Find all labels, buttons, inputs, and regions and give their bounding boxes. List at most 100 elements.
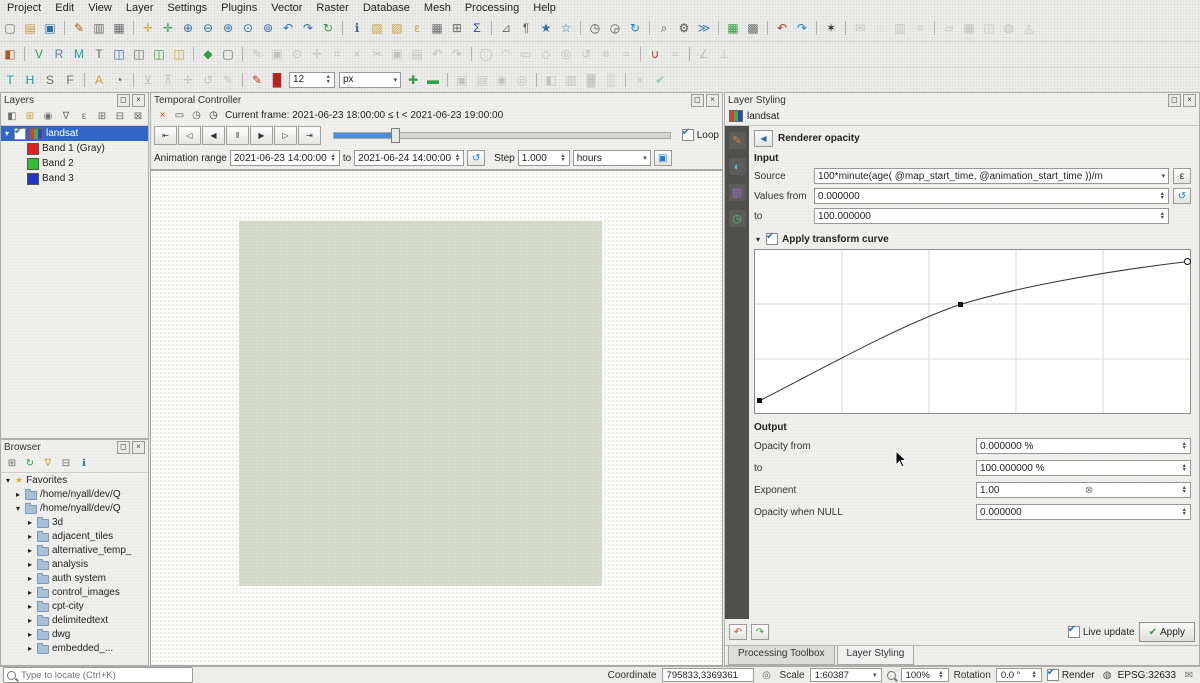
browser-item[interactable]: ▸ alternative_temp_	[1, 543, 148, 557]
temporal-navigation-off-icon[interactable]: ×	[155, 108, 170, 123]
temporal-panel-float-button[interactable]: ◻	[691, 94, 704, 107]
copy-style-icon[interactable]: ▣	[453, 71, 471, 89]
browser-item[interactable]: ▾ /home/nyall/dev/Q	[1, 501, 148, 515]
add-wms-layer-icon[interactable]: ◫	[150, 45, 168, 63]
spin-arrows-icon[interactable]: ▲▼	[1179, 508, 1187, 517]
refresh-values-button[interactable]: ↺	[1173, 188, 1191, 204]
layer-diagram-icon[interactable]: ◔	[110, 71, 128, 89]
band-item[interactable]: Band 3	[1, 171, 148, 186]
curve-node-mid[interactable]	[958, 302, 963, 307]
browser-item[interactable]: ▸ adjacent_tiles	[1, 529, 148, 543]
step-unit-combo[interactable]: hours ▾	[573, 150, 651, 166]
locator-bar[interactable]	[3, 667, 193, 683]
spin-arrows-icon[interactable]: ▲▼	[935, 671, 943, 680]
snapping-icon[interactable]: ∪	[646, 45, 664, 63]
play-backward-button[interactable]: ◀	[202, 126, 225, 145]
redo-edit-icon[interactable]: ↷	[448, 45, 466, 63]
layers-panel-float-button[interactable]: ◻	[117, 94, 130, 107]
html-annotation-icon[interactable]: H	[21, 71, 39, 89]
full-histogram-icon[interactable]: ▒	[602, 71, 620, 89]
confirm-edits-icon[interactable]: ✔	[651, 71, 669, 89]
crs-indicator[interactable]: ◍ EPSG:32633	[1100, 668, 1176, 683]
current-frame-clock-icon[interactable]: ◷	[206, 108, 221, 123]
paste-style-icon[interactable]: ▤	[473, 71, 491, 89]
spin-arrows-icon[interactable]: ▲▼	[1157, 212, 1165, 221]
expression-builder-button[interactable]: ε	[1173, 168, 1191, 184]
browser-item[interactable]: ▸ analysis	[1, 557, 148, 571]
add-mesh-layer-icon[interactable]: M	[70, 45, 88, 63]
apply-transform-curve-checkbox[interactable]	[766, 233, 778, 245]
menu-plugins[interactable]: Plugins	[214, 2, 264, 14]
opacity-to-spinbox[interactable]: 100.000000 % ▲▼	[976, 460, 1191, 476]
range-end-datetime[interactable]: 2021-06-24 14:00:00 ▲▼	[354, 150, 464, 166]
layer-visibility-icon[interactable]: ◎	[513, 71, 531, 89]
copy-features-icon[interactable]: ▣	[388, 45, 406, 63]
form-annotation-icon[interactable]: F	[61, 71, 79, 89]
expander-icon[interactable]: ▸	[26, 644, 34, 653]
cancel-edits-icon[interactable]: ×	[631, 71, 649, 89]
vertex-tool-icon[interactable]: ⌗	[328, 45, 346, 63]
tracing-icon[interactable]: ≈	[666, 45, 684, 63]
loop-checkbox[interactable]	[682, 129, 694, 141]
digitize-arc-icon[interactable]: ◠	[497, 45, 515, 63]
browser-item[interactable]: ▸ delimitedtext	[1, 613, 148, 627]
menu-help[interactable]: Help	[526, 2, 563, 14]
histogram-tab-icon[interactable]: ▥	[729, 184, 746, 201]
browser-panel-float-button[interactable]: ◻	[117, 441, 130, 454]
pan-map-icon[interactable]: ✛	[139, 19, 157, 37]
vector-tools-icon[interactable]: ▱	[940, 19, 958, 37]
temporal-controller-icon[interactable]: ◶	[606, 19, 624, 37]
add-group-icon[interactable]: ⊞	[22, 108, 38, 124]
expander-icon[interactable]: ▸	[26, 532, 34, 541]
opacity-from-spinbox[interactable]: 0.000000 % ▲▼	[976, 438, 1191, 454]
raster-stretch-icon[interactable]: ◧	[542, 71, 560, 89]
curve-node-start[interactable]	[757, 398, 762, 403]
magnifier-spinbox[interactable]: 100% ▲▼	[901, 668, 949, 682]
transform-expander-icon[interactable]: ▾	[754, 235, 762, 244]
expander-icon[interactable]: ▾	[14, 504, 22, 513]
filter-legend-icon[interactable]: ∇	[58, 108, 74, 124]
paste-features-icon[interactable]: ▤	[408, 45, 426, 63]
menu-project[interactable]: Project	[0, 2, 48, 14]
decoration-icon[interactable]: ✚	[404, 71, 422, 89]
curve-node-end[interactable]	[1184, 258, 1191, 265]
show-bookmarks-icon[interactable]: ☆	[557, 19, 575, 37]
spin-arrows-icon[interactable]: ▲▼	[323, 75, 331, 84]
text-annotation-icon[interactable]: T	[1, 71, 19, 89]
delete-selected-icon[interactable]: ×	[348, 45, 366, 63]
new-layout-icon[interactable]: ▥	[90, 19, 108, 37]
spin-arrows-icon[interactable]: ▲▼	[1179, 442, 1187, 451]
spin-arrows-icon[interactable]: ▲▼	[1157, 192, 1165, 201]
render-checkbox[interactable]	[1047, 669, 1059, 681]
open-project-icon[interactable]: ▤	[21, 19, 39, 37]
band-item[interactable]: Band 1 (Gray)	[1, 141, 148, 156]
menu-layer[interactable]: Layer	[119, 2, 161, 14]
local-histogram-icon[interactable]: ▓	[582, 71, 600, 89]
georeferencer-icon[interactable]: ⌗	[911, 19, 929, 37]
style-manager-icon[interactable]: ✎	[70, 19, 88, 37]
layer-item-landsat[interactable]: ▾ landsat	[1, 126, 148, 141]
new-3d-view-icon[interactable]: ▩	[744, 19, 762, 37]
identify-features-icon[interactable]: ℹ	[348, 19, 366, 37]
browser-item[interactable]: ▸ 3d	[1, 515, 148, 529]
undo-edit-icon[interactable]: ↶	[428, 45, 446, 63]
zoom-in-icon[interactable]: ⊕	[179, 19, 197, 37]
live-update-checkbox[interactable]	[1068, 626, 1080, 638]
collapse-browser-icon[interactable]: ⊟	[58, 455, 74, 471]
database-tools-icon[interactable]: ◫	[980, 19, 998, 37]
reshape-icon[interactable]: ≈	[617, 45, 635, 63]
offset-curve-icon[interactable]: ≡	[597, 45, 615, 63]
styling-panel-close-button[interactable]: ×	[1183, 94, 1196, 107]
spin-arrows-icon[interactable]: ▲▼	[1028, 671, 1036, 680]
set-range-from-project-icon[interactable]: ↺	[467, 150, 485, 166]
transform-curve-editor[interactable]	[754, 249, 1191, 414]
plugin-bug-icon[interactable]: ✶	[822, 19, 840, 37]
step-back-button[interactable]: ◁	[178, 126, 201, 145]
properties-widget-icon[interactable]: ℹ	[76, 455, 92, 471]
animation-slider[interactable]	[333, 132, 671, 139]
advanced-digitizing-icon[interactable]: ∠	[695, 45, 713, 63]
pause-button[interactable]: ‖	[226, 126, 249, 145]
spin-arrows-icon[interactable]: ▲▼	[1179, 486, 1187, 495]
zoom-out-icon[interactable]: ⊖	[199, 19, 217, 37]
transparency-tab-icon[interactable]: ◐	[729, 158, 746, 175]
